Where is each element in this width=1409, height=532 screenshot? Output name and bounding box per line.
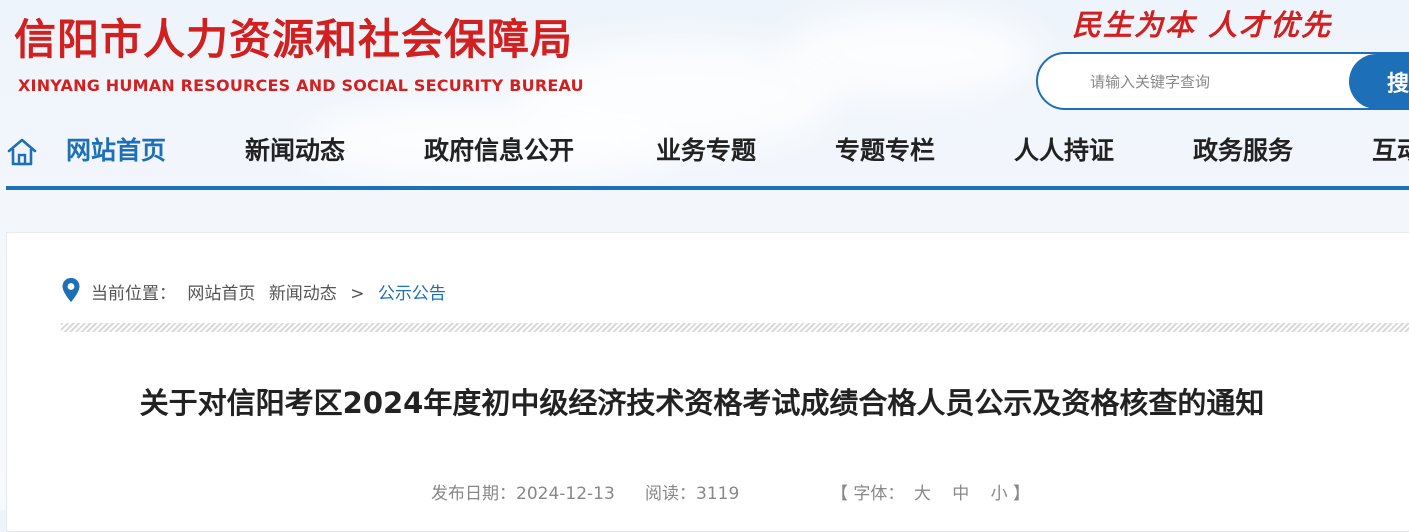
publish-date: 发布日期：2024-12-13 xyxy=(431,479,615,504)
cloud-decoration xyxy=(780,10,1040,100)
article-title: 关于对信阳考区2024年度初中级经济技术资格考试成绩合格人员公示及资格核查的通知 xyxy=(139,386,1265,420)
publish-date-value: 2024-12-13 xyxy=(516,484,615,504)
site-title-english: XINYANG HUMAN RESOURCES AND SOCIAL SECUR… xyxy=(18,76,584,95)
nav-underline xyxy=(6,186,1409,190)
nav-item-gov-services[interactable]: 政务服务 xyxy=(1193,134,1293,168)
font-bracket-close: 】 xyxy=(1013,484,1031,504)
nav-item-home[interactable]: 网站首页 xyxy=(66,134,166,168)
breadcrumb-current[interactable]: 公示公告 xyxy=(378,279,446,304)
site-header: 信阳市人力资源和社会保障局 XINYANG HUMAN RESOURCES AN… xyxy=(0,0,1409,190)
nav-item-news[interactable]: 新闻动态 xyxy=(245,134,345,168)
font-size-large[interactable]: 大 xyxy=(914,484,931,504)
nav-item-special-topics[interactable]: 专题专栏 xyxy=(835,134,935,168)
nav-item-business[interactable]: 业务专题 xyxy=(656,134,756,168)
view-count-value: 3119 xyxy=(696,484,740,504)
site-slogan: 民生为本 人才优先 xyxy=(1072,8,1333,42)
font-size-label: 字体： xyxy=(853,484,905,504)
article-panel: 当前位置： 网站首页 新闻动态 > 公示公告 关于对信阳考区2024年度初中级经… xyxy=(6,232,1409,532)
location-pin-icon xyxy=(62,278,80,302)
breadcrumb-home-link[interactable]: 网站首页 xyxy=(187,279,255,304)
font-size-small[interactable]: 小 xyxy=(991,484,1008,504)
view-count: 阅读：3119 xyxy=(645,479,739,504)
font-bracket-open: 【 xyxy=(831,484,848,504)
breadcrumb-trail: 当前位置： 网站首页 新闻动态 > 公示公告 xyxy=(91,279,446,304)
main-nav: 网站首页 新闻动态 政府信息公开 业务专题 专题专栏 人人持证 政务服务 互动 xyxy=(0,124,1409,180)
breadcrumb-prefix: 当前位置： xyxy=(91,284,176,304)
font-size-medium[interactable]: 中 xyxy=(952,484,969,504)
hatched-divider xyxy=(61,323,1409,332)
nav-item-gov-info[interactable]: 政府信息公开 xyxy=(424,134,574,168)
breadcrumb-news-link[interactable]: 新闻动态 xyxy=(269,279,337,304)
search-input[interactable] xyxy=(1088,68,1342,96)
view-count-label: 阅读： xyxy=(645,484,696,504)
search-button[interactable]: 搜 xyxy=(1349,54,1409,109)
nav-item-certification[interactable]: 人人持证 xyxy=(1014,134,1114,168)
site-title: 信阳市人力资源和社会保障局 xyxy=(14,15,574,64)
font-size-switcher: 【 字体： 大 中 小 】 xyxy=(831,479,1030,504)
home-icon[interactable] xyxy=(6,136,38,168)
publish-date-label: 发布日期： xyxy=(431,484,516,504)
breadcrumb-separator: > xyxy=(350,284,365,304)
nav-item-interaction[interactable]: 互动 xyxy=(1372,134,1409,168)
